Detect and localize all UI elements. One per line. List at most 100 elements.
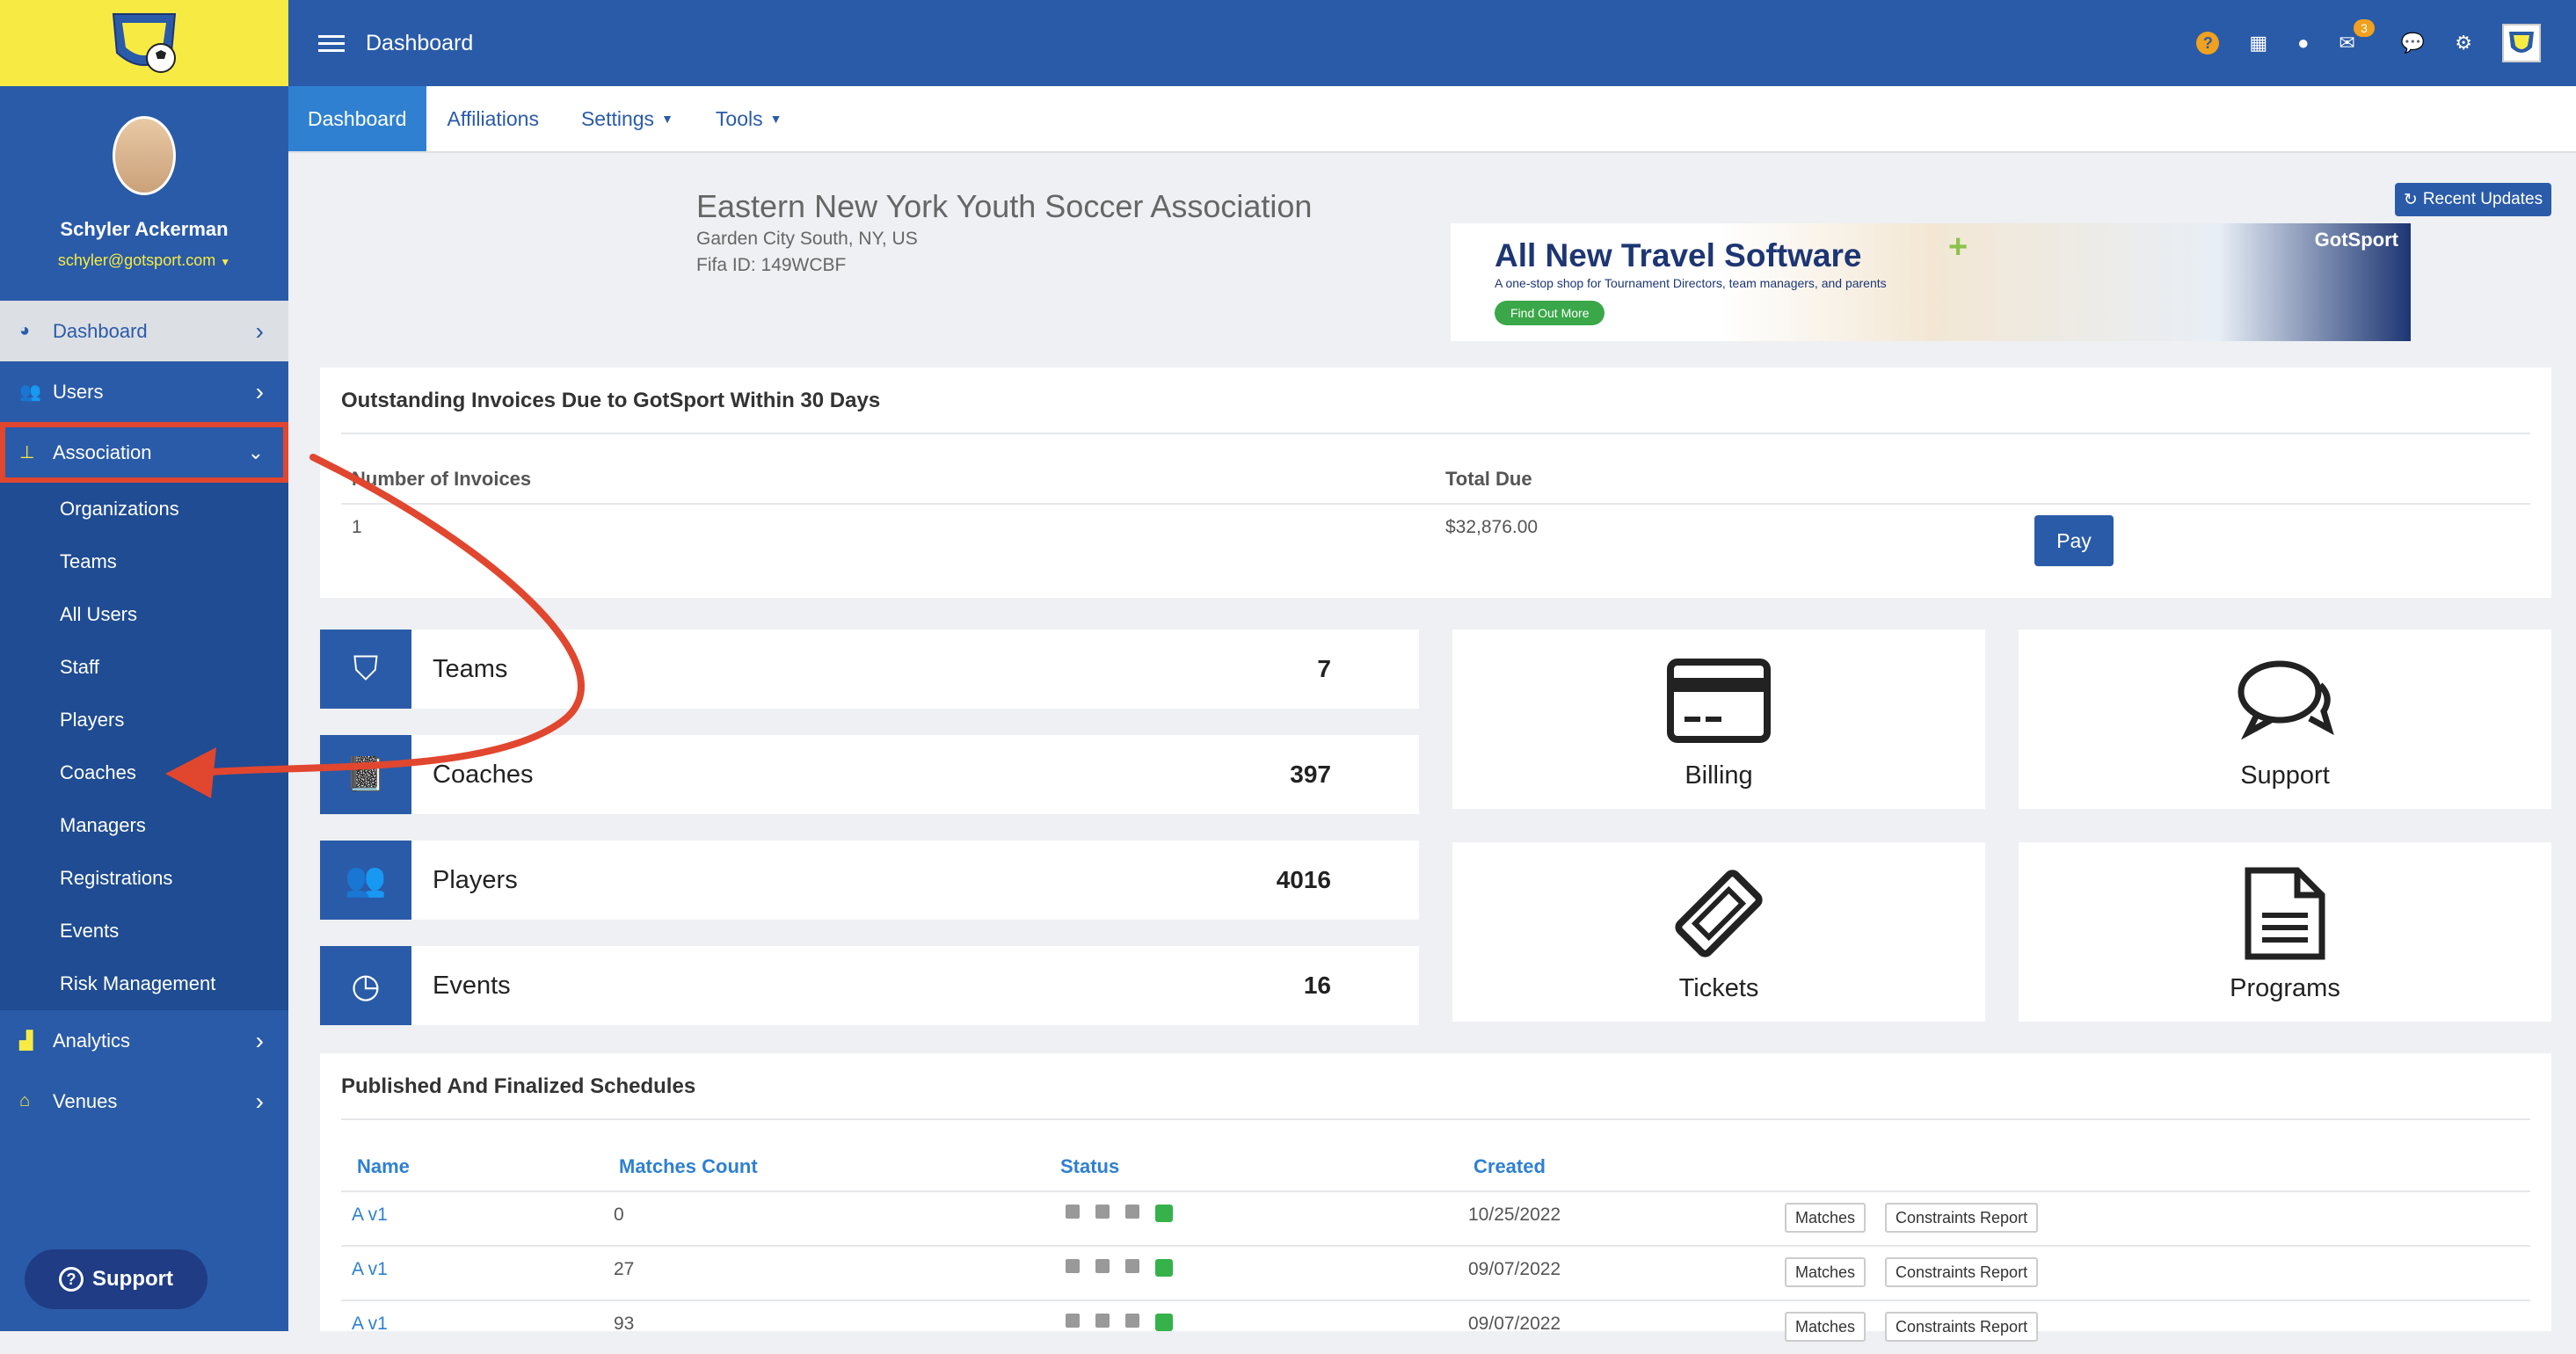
created-date: 09/07/2022 bbox=[1468, 1314, 1561, 1334]
mail-icon[interactable]: ✉ 3 bbox=[2339, 19, 2375, 55]
recent-updates-button[interactable]: ↻ Recent Updates bbox=[2395, 183, 2551, 216]
table-row: A v1 93 09/07/2022 Matches Constraints R… bbox=[341, 1299, 2530, 1354]
submenu-item-organizations[interactable]: Organizations bbox=[0, 483, 288, 535]
ticket-icon bbox=[1670, 862, 1767, 965]
support-chat-button[interactable]: ? Support bbox=[25, 1249, 207, 1309]
tile-support[interactable]: Support bbox=[2019, 630, 2551, 809]
caret-down-icon: ▼ bbox=[769, 112, 782, 126]
profile-email-dropdown[interactable]: schyler@gotsport.com ▼ bbox=[58, 251, 230, 270]
avatar[interactable] bbox=[113, 116, 176, 195]
schedules-title: Published And Finalized Schedules bbox=[341, 1074, 696, 1098]
help-icon[interactable]: ? bbox=[2196, 32, 2220, 55]
user-icon[interactable]: ● bbox=[2297, 32, 2309, 55]
submenu-item-all-users[interactable]: All Users bbox=[0, 588, 288, 641]
schedule-name-link[interactable]: A v1 bbox=[352, 1205, 388, 1226]
home-icon: ⌂ bbox=[19, 1091, 31, 1110]
users-icon: 👥 bbox=[19, 382, 41, 402]
tab-tools[interactable]: Tools ▼ bbox=[695, 86, 804, 151]
bookmark-icon bbox=[1066, 1259, 1080, 1273]
sidebar-item-venues[interactable]: ⌂ Venues › bbox=[0, 1071, 288, 1132]
column-header-status[interactable]: Status bbox=[1060, 1155, 1119, 1178]
note-icon bbox=[1095, 1314, 1110, 1328]
association-fifa-id: Fifa ID: 149WCBF bbox=[696, 255, 847, 275]
banner-cta-button[interactable]: Find Out More bbox=[1495, 301, 1605, 325]
tile-programs[interactable]: Programs bbox=[2019, 842, 2551, 1022]
stat-value: 397 bbox=[1290, 761, 1331, 788]
tile-tickets[interactable]: Tickets bbox=[1452, 842, 1985, 1022]
stat-label: Events bbox=[433, 971, 511, 1000]
stat-players[interactable]: 👥 Players 4016 bbox=[320, 841, 1419, 920]
submenu-item-risk-management[interactable]: Risk Management bbox=[0, 957, 288, 1010]
chevron-right-icon: › bbox=[255, 377, 264, 405]
chat-icon[interactable]: 💬 bbox=[2401, 32, 2425, 55]
promo-banner[interactable]: All New Travel Software + A one-stop sho… bbox=[1451, 223, 2411, 341]
table-row: A v1 0 10/25/2022 Matches Constraints Re… bbox=[341, 1190, 2530, 1245]
sidebar-item-users[interactable]: 👥 Users › bbox=[0, 361, 288, 422]
gear-icon[interactable]: ⚙ bbox=[2455, 32, 2472, 55]
submenu-item-players[interactable]: Players bbox=[0, 694, 288, 746]
schedule-name-link[interactable]: A v1 bbox=[352, 1314, 388, 1335]
matches-button[interactable]: Matches bbox=[1785, 1203, 1867, 1233]
tile-billing[interactable]: Billing bbox=[1452, 630, 1985, 809]
matches-button[interactable]: Matches bbox=[1785, 1257, 1867, 1287]
matches-count: 93 bbox=[614, 1314, 635, 1334]
column-header-matches-count[interactable]: Matches Count bbox=[619, 1155, 758, 1178]
constraints-report-button[interactable]: Constraints Report bbox=[1885, 1203, 2039, 1233]
stat-teams[interactable]: ⛉ Teams 7 bbox=[320, 630, 1419, 709]
invoices-card: Outstanding Invoices Due to GotSport Wit… bbox=[320, 368, 2551, 598]
support-label: Support bbox=[92, 1267, 173, 1291]
schedule-name-link[interactable]: A v1 bbox=[352, 1259, 388, 1280]
stat-value: 16 bbox=[1303, 972, 1331, 999]
submenu-item-events[interactable]: Events bbox=[0, 905, 288, 957]
submenu-item-teams[interactable]: Teams bbox=[0, 535, 288, 588]
table-row: A v1 27 09/07/2022 Matches Constraints R… bbox=[341, 1245, 2530, 1299]
menu-icon[interactable] bbox=[318, 34, 345, 52]
user-avatar[interactable] bbox=[2502, 24, 2541, 62]
constraints-report-button[interactable]: Constraints Report bbox=[1885, 1312, 2039, 1342]
invoice-count-value: 1 bbox=[352, 517, 362, 537]
stat-coaches[interactable]: 📓 Coaches 397 bbox=[320, 735, 1419, 814]
submenu-item-coaches[interactable]: Coaches bbox=[0, 746, 288, 799]
schedules-card: Published And Finalized Schedules Name M… bbox=[320, 1053, 2551, 1342]
qr-code-icon[interactable]: ▦ bbox=[2249, 32, 2267, 55]
question-icon: ? bbox=[59, 1267, 84, 1292]
plus-icon: + bbox=[1948, 229, 1968, 266]
profile-name: Schyler Ackerman bbox=[60, 218, 229, 240]
tab-dashboard[interactable]: Dashboard bbox=[288, 86, 426, 151]
stat-value: 4016 bbox=[1276, 866, 1331, 893]
submenu-item-staff[interactable]: Staff bbox=[0, 641, 288, 694]
sidebar-item-dashboard[interactable]: ◕ Dashboard › bbox=[0, 301, 288, 361]
sidebar-item-association[interactable]: ⊥ Association ⌄ bbox=[0, 422, 288, 483]
banner-brand: GotSport bbox=[2314, 229, 2398, 251]
note-icon bbox=[1095, 1259, 1110, 1273]
tile-label: Programs bbox=[2230, 973, 2340, 1002]
top-bar: Dashboard ? ▦ ● ✉ 3 💬 ⚙ bbox=[288, 0, 2576, 86]
invoices-col-count: Number of Invoices bbox=[352, 468, 532, 490]
sidebar-item-analytics[interactable]: ▟ Analytics › bbox=[0, 1010, 288, 1071]
sitemap-icon: ⊥ bbox=[19, 443, 35, 462]
stat-events[interactable]: ◷ Events 16 bbox=[320, 946, 1419, 1025]
submenu-item-registrations[interactable]: Registrations bbox=[0, 852, 288, 905]
dashboard-icon: ◕ bbox=[19, 321, 31, 340]
tag-icon bbox=[1125, 1314, 1139, 1328]
constraints-report-button[interactable]: Constraints Report bbox=[1885, 1257, 2039, 1287]
comments-icon bbox=[2236, 649, 2334, 753]
association-logo[interactable] bbox=[105, 7, 184, 79]
submenu-item-managers[interactable]: Managers bbox=[0, 799, 288, 852]
chevron-right-icon: › bbox=[255, 317, 264, 345]
chevron-down-icon: ⌄ bbox=[247, 440, 264, 463]
created-date: 10/25/2022 bbox=[1468, 1205, 1561, 1225]
tile-label: Billing bbox=[1685, 761, 1753, 790]
tile-label: Support bbox=[2240, 761, 2330, 790]
column-header-created[interactable]: Created bbox=[1474, 1155, 1546, 1178]
tab-affiliations[interactable]: Affiliations bbox=[426, 86, 560, 151]
column-header-name[interactable]: Name bbox=[357, 1155, 410, 1178]
matches-button[interactable]: Matches bbox=[1785, 1312, 1867, 1342]
tab-settings[interactable]: Settings ▼ bbox=[560, 86, 695, 151]
note-icon bbox=[1095, 1205, 1110, 1219]
pay-button[interactable]: Pay bbox=[2034, 515, 2114, 566]
divider bbox=[341, 1118, 2530, 1120]
association-name: Eastern New York Youth Soccer Associatio… bbox=[696, 188, 1313, 224]
association-submenu: Organizations Teams All Users Staff Play… bbox=[0, 483, 288, 1010]
caret-down-icon: ▼ bbox=[661, 112, 673, 126]
